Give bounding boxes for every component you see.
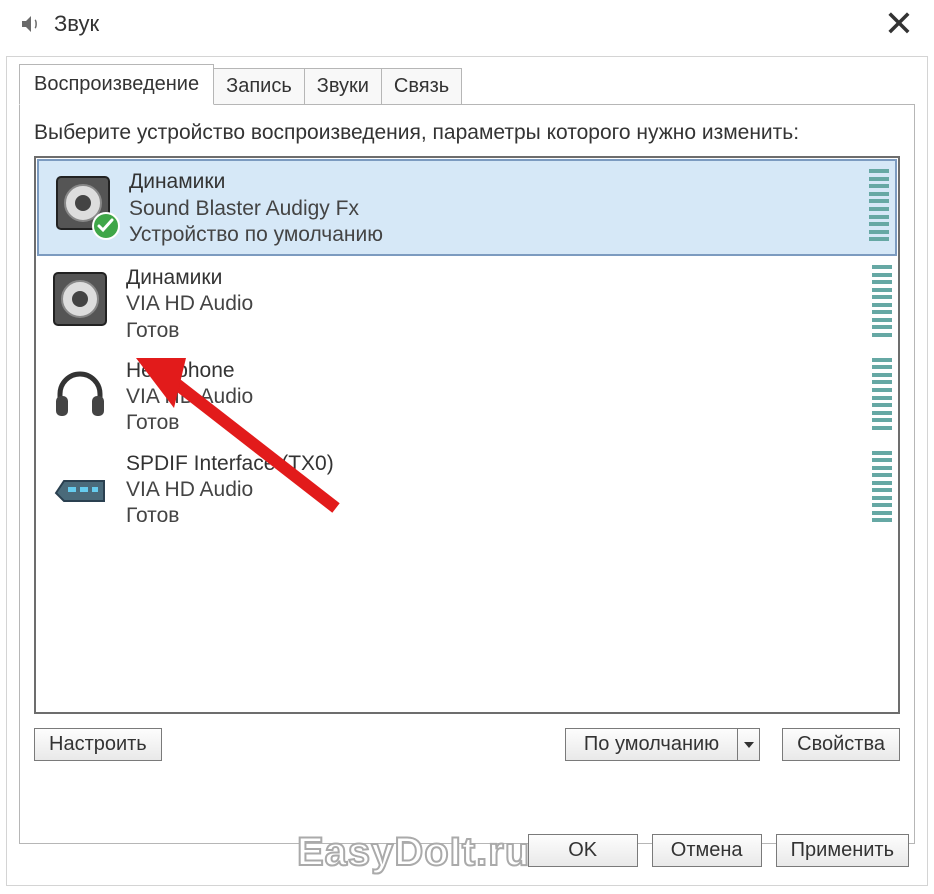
level-meter — [869, 169, 889, 241]
tab-recording[interactable]: Запись — [213, 68, 305, 105]
speaker-icon — [47, 167, 119, 239]
tab-communications[interactable]: Связь — [381, 68, 462, 105]
set-default-label: По умолчанию — [566, 729, 737, 760]
level-meter — [872, 451, 892, 523]
configure-button[interactable]: Настроить — [34, 728, 162, 761]
dialog-body: Воспроизведение Запись Звуки Связь Выбер… — [6, 56, 928, 886]
tab-sounds[interactable]: Звуки — [304, 68, 382, 105]
device-name: Headphone — [126, 358, 253, 384]
level-meter — [872, 265, 892, 337]
chevron-down-icon[interactable] — [737, 729, 759, 760]
level-meter — [872, 358, 892, 430]
headphone-icon — [44, 356, 116, 428]
device-list[interactable]: Динамики Sound Blaster Audigy Fx Устройс… — [34, 156, 900, 714]
instruction-text: Выберите устройство воспроизведения, пар… — [34, 119, 900, 146]
speaker-icon — [44, 263, 116, 335]
device-desc: VIA HD Audio — [126, 477, 334, 503]
device-status: Готов — [126, 503, 334, 529]
sound-icon — [18, 11, 44, 37]
device-name: SPDIF Interface (TX0) — [126, 451, 334, 477]
properties-button[interactable]: Свойства — [782, 728, 900, 761]
cancel-button[interactable]: Отмена — [652, 834, 762, 867]
ok-button[interactable]: OK — [528, 834, 638, 867]
device-status: Готов — [126, 318, 253, 344]
device-desc: VIA HD Audio — [126, 291, 253, 317]
close-button[interactable]: ✕ — [874, 6, 924, 42]
spdif-icon — [44, 449, 116, 521]
window-title: Звук — [54, 11, 99, 37]
device-desc: VIA HD Audio — [126, 384, 253, 410]
device-item-speakers-default[interactable]: Динамики Sound Blaster Audigy Fx Устройс… — [37, 159, 897, 256]
tab-panel-playback: Выберите устройство воспроизведения, пар… — [19, 104, 915, 844]
device-name: Динамики — [129, 169, 383, 195]
dialog-button-row: OK Отмена Применить — [528, 834, 909, 867]
title-bar: Звук ✕ — [0, 0, 934, 52]
device-item-headphone[interactable]: Headphone VIA HD Audio Готов — [36, 350, 898, 443]
device-status: Устройство по умолчанию — [129, 222, 383, 248]
device-item-speakers-via[interactable]: Динамики VIA HD Audio Готов — [36, 257, 898, 350]
tab-playback[interactable]: Воспроизведение — [19, 64, 214, 105]
apply-button[interactable]: Применить — [776, 834, 909, 867]
device-status: Готов — [126, 410, 253, 436]
panel-button-row: Настроить По умолчанию Свойства — [34, 728, 900, 761]
device-name: Динамики — [126, 265, 253, 291]
default-check-icon — [91, 211, 121, 241]
tab-strip: Воспроизведение Запись Звуки Связь — [19, 68, 915, 105]
set-default-button[interactable]: По умолчанию — [565, 728, 760, 761]
device-desc: Sound Blaster Audigy Fx — [129, 196, 383, 222]
device-item-spdif[interactable]: SPDIF Interface (TX0) VIA HD Audio Готов — [36, 443, 898, 536]
